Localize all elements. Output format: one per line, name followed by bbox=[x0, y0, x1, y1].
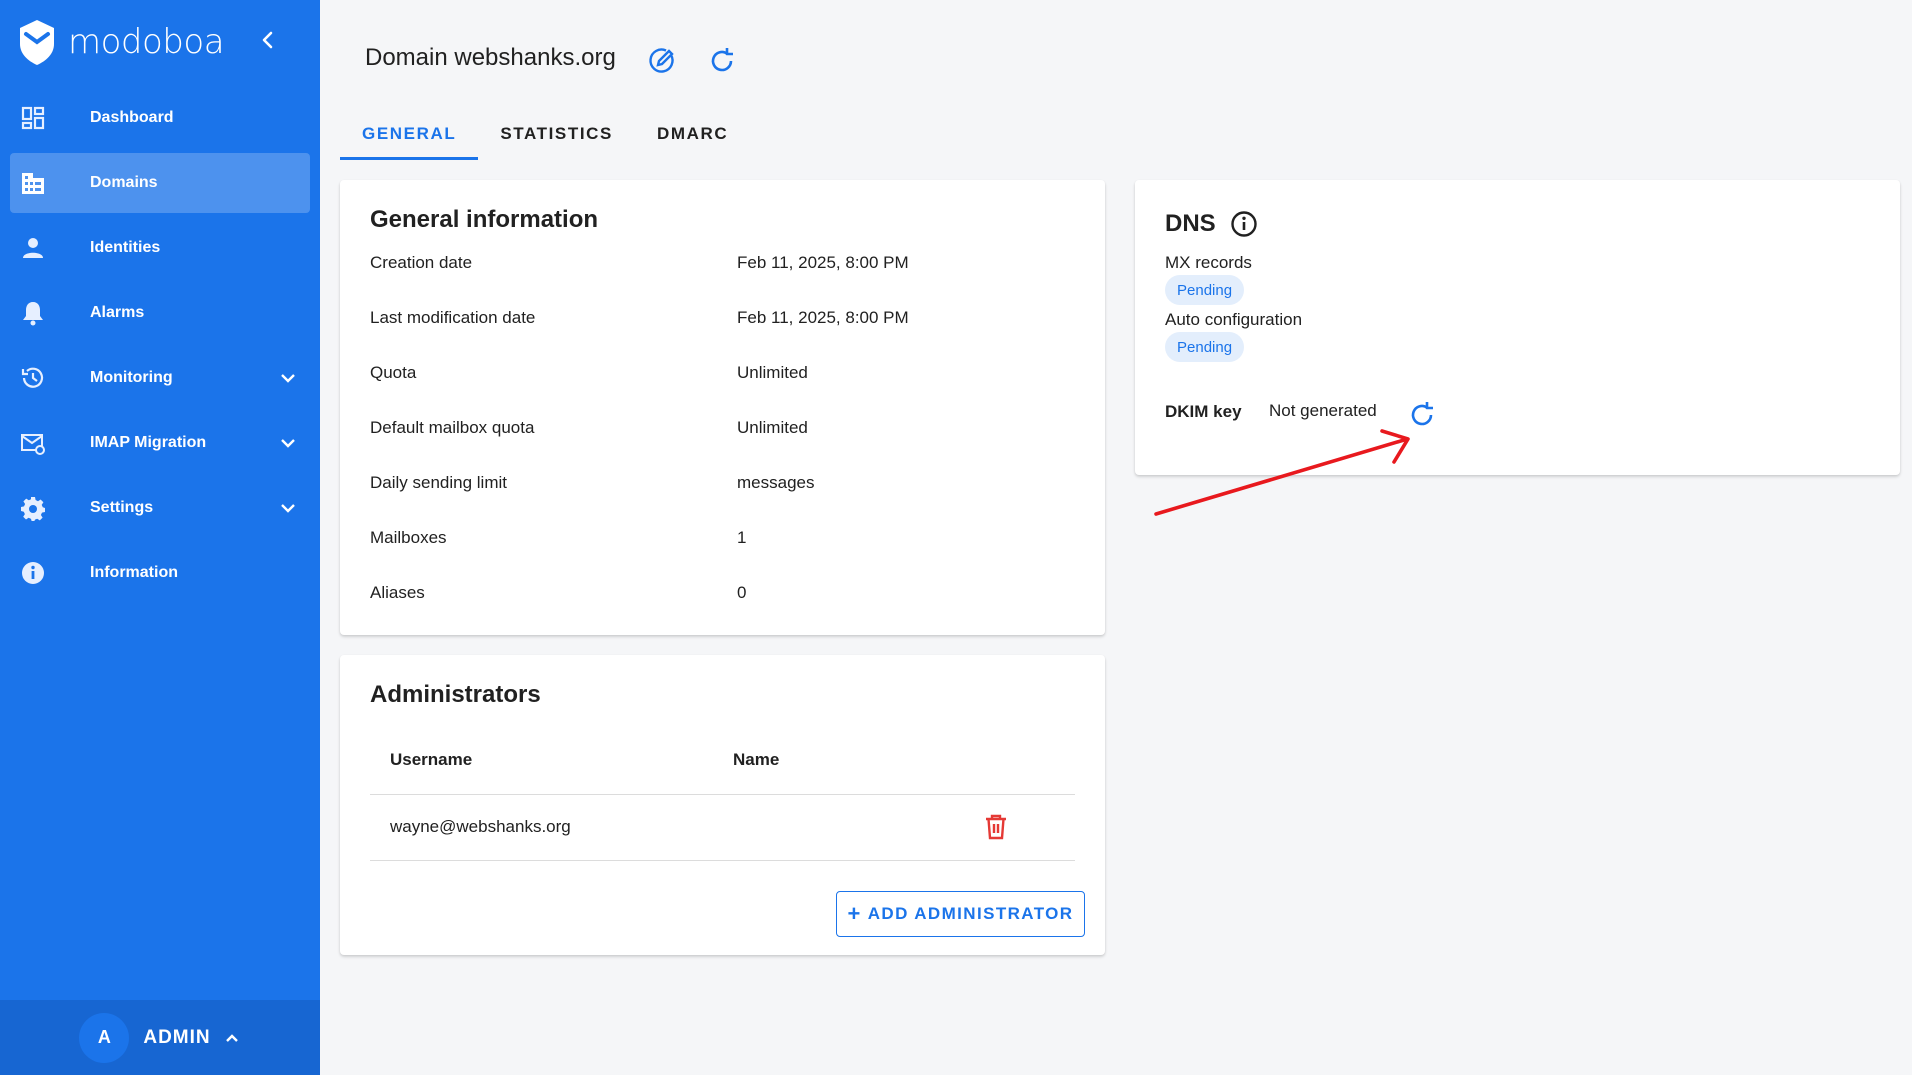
user-menu[interactable]: A ADMIN bbox=[0, 1000, 320, 1075]
dns-header: DNS bbox=[1165, 210, 1258, 238]
sidebar-item-label: Monitoring bbox=[90, 369, 173, 386]
status-badge: Pending bbox=[1165, 275, 1245, 305]
info-label: Quota bbox=[370, 363, 417, 382]
delete-icon[interactable] bbox=[983, 813, 1009, 841]
sidebar-item-imap-migration[interactable]: IMAP Migration bbox=[10, 413, 310, 473]
tab-statistics[interactable]: STATISTICS bbox=[478, 108, 635, 160]
page-title: Domain webshanks.org bbox=[365, 44, 616, 71]
brand-name: modoboa bbox=[68, 22, 225, 62]
sidebar-item-identities[interactable]: Identities bbox=[10, 218, 310, 278]
modoboa-logo-icon bbox=[20, 20, 54, 65]
sidebar-item-settings[interactable]: Settings bbox=[10, 478, 310, 538]
tab-bar: GENERAL STATISTICS DMARC bbox=[340, 108, 750, 160]
general-info-card: General information Creation date Feb 11… bbox=[340, 180, 1105, 635]
info-value: messages bbox=[737, 473, 815, 492]
sidebar-item-label: Alarms bbox=[90, 304, 145, 321]
sidebar-item-label: Identities bbox=[90, 239, 161, 256]
sidebar-item-dashboard[interactable]: Dashboard bbox=[10, 88, 310, 148]
info-label: Mailboxes bbox=[370, 528, 447, 547]
tab-general[interactable]: GENERAL bbox=[340, 108, 479, 160]
status-badge: Pending bbox=[1165, 332, 1245, 362]
sidebar-item-domains[interactable]: Domains bbox=[10, 153, 310, 213]
card-title: General information bbox=[370, 206, 599, 233]
refresh-icon[interactable] bbox=[1407, 400, 1437, 430]
bell-icon bbox=[23, 302, 43, 326]
refresh-icon[interactable] bbox=[707, 46, 737, 76]
info-label: Daily sending limit bbox=[370, 473, 507, 492]
user-name: ADMIN bbox=[143, 1026, 211, 1048]
dkim-key-value: Not generated bbox=[1269, 401, 1377, 420]
sidebar-item-monitoring[interactable]: Monitoring bbox=[10, 348, 310, 408]
auto-config-label: Auto configuration bbox=[1165, 310, 1303, 329]
chevron-down-icon[interactable] bbox=[278, 498, 298, 518]
column-header-username[interactable]: Username bbox=[390, 750, 472, 770]
mx-records-label: MX records bbox=[1165, 253, 1252, 272]
admin-username: wayne@webshanks.org bbox=[390, 817, 571, 836]
sidebar-item-alarms[interactable]: Alarms bbox=[10, 283, 310, 343]
info-icon[interactable] bbox=[1230, 210, 1258, 238]
info-value: Feb 11, 2025, 8:00 PM bbox=[737, 308, 909, 327]
divider bbox=[370, 794, 1075, 795]
plus-icon: + bbox=[847, 901, 862, 926]
avatar: A bbox=[79, 1012, 130, 1063]
gear-icon bbox=[21, 497, 45, 521]
info-value: Unlimited bbox=[737, 418, 808, 437]
domains-icon bbox=[22, 173, 44, 194]
edit-icon[interactable] bbox=[647, 46, 677, 76]
sidebar-item-label: Domains bbox=[90, 174, 158, 191]
info-label: Last modification date bbox=[370, 308, 536, 327]
info-icon bbox=[22, 562, 44, 584]
card-title: Administrators bbox=[370, 681, 541, 708]
chevron-up-icon bbox=[225, 1033, 238, 1042]
collapse-sidebar-icon[interactable] bbox=[256, 28, 280, 52]
info-value: 1 bbox=[737, 528, 747, 547]
tab-dmarc[interactable]: DMARC bbox=[635, 108, 750, 160]
history-icon bbox=[21, 367, 44, 388]
brand[interactable]: modoboa bbox=[16, 16, 225, 68]
info-value: Unlimited bbox=[737, 363, 808, 382]
dns-card: DNS MX records Pending Auto configuratio… bbox=[1135, 180, 1900, 475]
sidebar-nav: Dashboard Domains Identities Alarms Moni… bbox=[10, 88, 310, 608]
chevron-down-icon[interactable] bbox=[278, 368, 298, 388]
info-label: Creation date bbox=[370, 253, 473, 272]
dkim-key-label: DKIM key bbox=[1165, 402, 1242, 421]
divider bbox=[370, 860, 1075, 861]
mail-sync-icon bbox=[21, 434, 45, 455]
info-label: Default mailbox quota bbox=[370, 418, 535, 437]
sidebar-item-information[interactable]: Information bbox=[10, 543, 310, 603]
add-administrator-label: ADD ADMINISTRATOR bbox=[867, 904, 1074, 923]
sidebar-item-label: Information bbox=[90, 564, 178, 581]
sidebar-item-label: Settings bbox=[90, 499, 154, 516]
sidebar-item-label: Dashboard bbox=[90, 109, 174, 126]
info-value: 0 bbox=[737, 583, 747, 602]
column-header-name[interactable]: Name bbox=[733, 750, 779, 770]
person-icon bbox=[23, 238, 43, 258]
info-value: Feb 11, 2025, 8:00 PM bbox=[737, 253, 909, 272]
card-title: DNS bbox=[1165, 210, 1216, 237]
sidebar: modoboa Dashboard Domains Identities Ala… bbox=[0, 0, 320, 1075]
info-label: Aliases bbox=[370, 583, 425, 602]
sidebar-item-label: IMAP Migration bbox=[90, 434, 207, 451]
add-administrator-button[interactable]: + ADD ADMINISTRATOR bbox=[836, 891, 1085, 937]
dashboard-icon bbox=[21, 106, 45, 130]
chevron-down-icon[interactable] bbox=[278, 433, 298, 453]
